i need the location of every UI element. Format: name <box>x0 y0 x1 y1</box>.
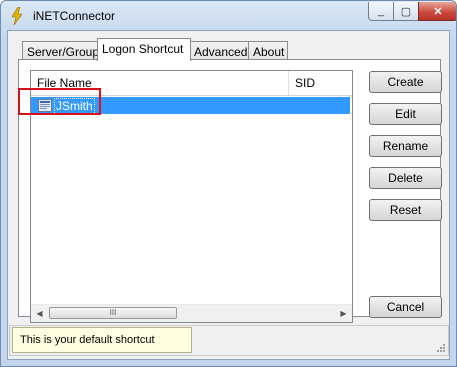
tab-panel-logon-shortcut: File Name SID JSmith ◀ III ▶ Create Edit… <box>18 59 442 323</box>
maximize-button[interactable]: ▢ <box>393 2 419 21</box>
app-lightning-icon <box>11 7 23 25</box>
default-shortcut-tooltip: This is your default shortcut <box>12 327 192 353</box>
shortcut-list[interactable]: File Name SID JSmith ◀ III ▶ <box>30 70 353 323</box>
list-item[interactable]: JSmith <box>31 97 350 115</box>
cancel-button[interactable]: Cancel <box>369 296 442 318</box>
tab-advanced[interactable]: Advanced <box>189 41 250 61</box>
reset-button[interactable]: Reset <box>369 199 442 221</box>
horizontal-scrollbar[interactable]: ◀ III ▶ <box>31 304 352 322</box>
scroll-left-arrow-icon[interactable]: ◀ <box>31 305 48 322</box>
column-header-sid[interactable]: SID <box>289 71 352 95</box>
list-header: File Name SID <box>31 71 352 96</box>
tab-about[interactable]: About <box>248 41 288 61</box>
list-item-name: JSmith <box>54 98 95 115</box>
column-header-file-name[interactable]: File Name <box>31 71 289 95</box>
minimize-button[interactable]: _ <box>368 2 394 21</box>
shortcut-file-icon <box>38 99 52 112</box>
edit-button[interactable]: Edit <box>369 103 442 125</box>
close-button[interactable]: ✕ <box>418 2 456 21</box>
window-title: iNETConnector <box>33 9 116 23</box>
dialog-client-area: Server/Group Logon Shortcut Advanced Abo… <box>7 30 450 360</box>
tab-server-group[interactable]: Server/Group <box>22 41 99 61</box>
delete-button[interactable]: Delete <box>369 167 442 189</box>
resize-grip-icon[interactable] <box>436 343 446 353</box>
scroll-right-arrow-icon[interactable]: ▶ <box>335 305 352 322</box>
tab-logon-shortcut[interactable]: Logon Shortcut <box>97 38 191 61</box>
rename-button[interactable]: Rename <box>369 135 442 157</box>
scroll-thumb[interactable]: III <box>49 307 177 319</box>
title-bar[interactable]: iNETConnector _ ▢ ✕ <box>1 1 456 31</box>
create-button[interactable]: Create <box>369 71 442 93</box>
